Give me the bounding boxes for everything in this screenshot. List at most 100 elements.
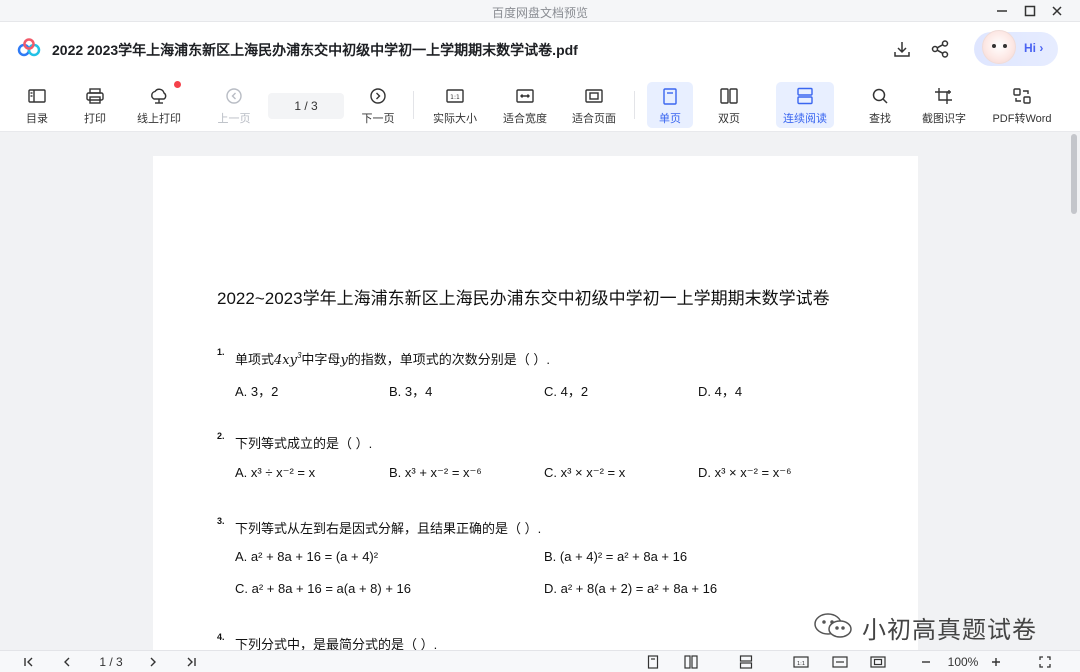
svg-text:1:1: 1:1 — [797, 661, 805, 667]
find-label: 查找 — [869, 113, 891, 125]
fit-page-icon — [583, 85, 605, 107]
fit-width-icon[interactable] — [831, 653, 849, 671]
question-number: 4. — [217, 632, 225, 642]
svg-text:1:1: 1:1 — [450, 94, 460, 101]
fit-page-label: 适合页面 — [572, 113, 616, 125]
toc-label: 目录 — [26, 113, 48, 125]
question-text: 单项式4xy3中字母y的指数，单项式的次数分别是（ ）. — [235, 351, 551, 368]
maximize-icon[interactable] — [1016, 0, 1044, 22]
print-button[interactable]: 打印 — [76, 82, 114, 128]
fit-page-icon[interactable] — [869, 653, 887, 671]
pdf-to-word-button[interactable]: PDF转Word — [988, 82, 1056, 128]
share-icon[interactable] — [929, 38, 951, 60]
prev-circle-icon — [223, 85, 245, 107]
fit-width-icon — [514, 85, 536, 107]
actual-size-icon: 1:1 — [444, 85, 466, 107]
answer-option: D. x³ × x⁻² = x⁻⁶ — [698, 465, 792, 480]
exam-title: 2022~2023学年上海浦东新区上海民办浦东交中初级中学初一上学期期末数学试卷 — [217, 289, 830, 308]
baidu-netdisk-logo-icon — [17, 38, 41, 58]
toc-icon — [26, 85, 48, 107]
answer-option: D. a² + 8(a + 2) = a² + 8a + 16 — [544, 581, 718, 596]
first-page-icon[interactable] — [20, 653, 38, 671]
zoom-level[interactable]: 100% — [942, 653, 984, 671]
minimize-icon[interactable] — [988, 0, 1016, 22]
bottom-bar: 1 / 3 1:1 100% — [0, 650, 1080, 672]
page-number-input[interactable]: 1 / 3 — [268, 93, 344, 119]
answer-option: C. x³ × x⁻² = x — [544, 465, 626, 480]
continuous-reading-button[interactable]: 连续阅读 — [776, 82, 834, 128]
answer-option: A. x³ ÷ x⁻² = x — [235, 465, 316, 480]
answer-option: C. a² + 8a + 16 = a(a + 8) + 16 — [235, 581, 411, 596]
assistant-label: Hi › — [1024, 41, 1044, 55]
actual-size-label: 实际大小 — [433, 113, 477, 125]
convert-icon — [1011, 85, 1033, 107]
toolbar-divider — [634, 91, 635, 119]
cloud-print-icon — [148, 85, 170, 107]
notification-badge — [174, 81, 181, 88]
answer-option: A. 3，2 — [235, 384, 279, 399]
window-titlebar: 百度网盘文档预览 — [0, 0, 1080, 22]
pdf-to-word-label: PDF转Word — [992, 113, 1052, 125]
fit-width-button[interactable]: 适合宽度 — [498, 82, 552, 128]
vertical-scrollbar[interactable] — [1070, 132, 1078, 650]
download-icon[interactable] — [891, 38, 913, 60]
assistant-button[interactable]: Hi › — [974, 30, 1058, 66]
zoom-in-icon[interactable] — [988, 653, 1004, 671]
last-page-icon[interactable] — [182, 653, 200, 671]
next-circle-icon — [367, 85, 389, 107]
printer-icon — [84, 85, 106, 107]
toolbar: 目录 打印 线上打印 上一页 1 / 3 下一页 1:1 实际大小 适合宽度 适… — [0, 77, 1080, 132]
bottom-page-indicator[interactable]: 1 / 3 — [88, 653, 134, 671]
question-number: 2. — [217, 431, 225, 441]
question-text: 下列等式成立的是（ ）. — [235, 436, 373, 451]
close-icon[interactable] — [1043, 0, 1071, 22]
single-page-icon — [659, 85, 681, 107]
continuous-icon[interactable] — [737, 653, 755, 671]
window-title: 百度网盘文档预览 — [491, 6, 588, 20]
actual-size-icon[interactable]: 1:1 — [792, 653, 810, 671]
crop-icon — [933, 85, 955, 107]
next-page-button[interactable]: 下一页 — [358, 82, 398, 128]
single-page-icon[interactable] — [644, 653, 662, 671]
answer-option: B. 3，4 — [389, 384, 433, 399]
online-print-label: 线上打印 — [137, 113, 181, 125]
zoom-out-icon[interactable] — [918, 653, 934, 671]
screenshot-ocr-label: 截图识字 — [922, 113, 966, 125]
question-number: 1. — [217, 347, 225, 357]
answer-option: A. a² + 8a + 16 = (a + 4)² — [235, 549, 379, 564]
online-print-button[interactable]: 线上打印 — [132, 82, 186, 128]
toolbar-divider — [413, 91, 414, 119]
fullscreen-icon[interactable] — [1036, 653, 1054, 671]
actual-size-button[interactable]: 1:1 实际大小 — [428, 82, 482, 128]
document-viewport[interactable]: 2022~2023学年上海浦东新区上海民办浦东交中初级中学初一上学期期末数学试卷… — [0, 132, 1080, 650]
question-text: 下列等式从左到右是因式分解，且结果正确的是（ ）. — [235, 521, 542, 536]
next-page-label: 下一页 — [361, 113, 395, 125]
double-page-button[interactable]: 双页 — [706, 82, 752, 128]
double-page-icon — [718, 85, 740, 107]
answer-option: D. 4，4 — [698, 384, 743, 399]
question-number: 3. — [217, 516, 225, 526]
continuous-reading-label: 连续阅读 — [783, 113, 827, 125]
document-title: 2022 2023学年上海浦东新区上海民办浦东交中初级中学初一上学期期末数学试卷… — [52, 42, 578, 58]
assistant-avatar — [982, 30, 1016, 64]
screenshot-ocr-button[interactable]: 截图识字 — [918, 82, 970, 128]
answer-option: C. 4，2 — [544, 384, 589, 399]
single-page-button[interactable]: 单页 — [647, 82, 693, 128]
single-page-label: 单页 — [659, 113, 681, 125]
scrollbar-thumb[interactable] — [1071, 134, 1077, 214]
search-icon — [869, 85, 891, 107]
double-page-icon[interactable] — [682, 653, 700, 671]
prev-page-label: 上一页 — [217, 113, 251, 125]
answer-option: B. (a + 4)² = a² + 8a + 16 — [544, 549, 688, 564]
next-page-icon[interactable] — [144, 653, 162, 671]
wechat-icon — [812, 612, 856, 640]
print-label: 打印 — [84, 113, 106, 125]
find-button[interactable]: 查找 — [862, 82, 898, 128]
answer-option: B. x³ + x⁻² = x⁻⁶ — [389, 465, 482, 480]
document-page: 2022~2023学年上海浦东新区上海民办浦东交中初级中学初一上学期期末数学试卷… — [153, 156, 918, 650]
prev-page-icon[interactable] — [58, 653, 76, 671]
fit-page-button[interactable]: 适合页面 — [567, 82, 621, 128]
prev-page-button[interactable]: 上一页 — [214, 82, 254, 128]
continuous-reading-icon — [794, 85, 816, 107]
toc-button[interactable]: 目录 — [18, 82, 56, 128]
